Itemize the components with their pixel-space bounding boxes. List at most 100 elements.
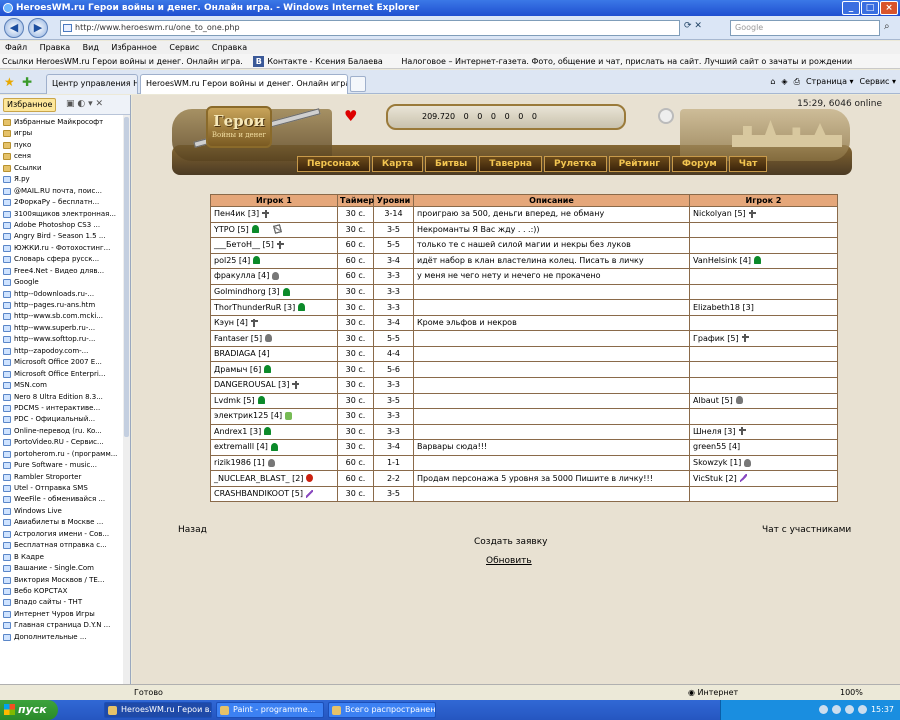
favorites-item[interactable]: @MAIL.RU почта, поис... bbox=[2, 186, 130, 197]
nav-map[interactable]: Карта bbox=[371, 156, 424, 172]
search-icon[interactable]: ⌕ bbox=[884, 21, 890, 32]
player2-cell[interactable]: green55 [4] bbox=[272, 223, 838, 456]
favorites-item[interactable]: Windows Live bbox=[2, 506, 130, 517]
favorites-item[interactable]: Angry Bird - Season 1.5 ... bbox=[2, 231, 130, 242]
tab-heroeswm[interactable]: HeroesWM.ru Герои войны и денег. Онлайн … bbox=[140, 74, 348, 94]
favorites-item[interactable]: WeeFile - обменивайся ... bbox=[2, 494, 130, 505]
new-tab-button[interactable] bbox=[350, 76, 366, 92]
tab-control-center[interactable]: Центр управления Н... bbox=[46, 74, 138, 94]
maximize-button[interactable]: □ bbox=[861, 1, 879, 15]
favorites-scrollbar[interactable] bbox=[123, 115, 130, 701]
forward-arrow-icon[interactable]: ▶ bbox=[28, 18, 48, 38]
menu-favorites[interactable]: Избранное bbox=[111, 43, 156, 52]
refresh-stop-icons[interactable]: ⟳ ✕ bbox=[684, 21, 702, 31]
game-logo[interactable]: Герои Войны и денег bbox=[206, 106, 272, 148]
player2-cell[interactable]: График [5] bbox=[689, 330, 838, 347]
favorites-item[interactable]: В Кадре bbox=[2, 552, 130, 563]
player1-cell[interactable]: DANGEROUSAL [3] bbox=[210, 377, 338, 394]
favorites-item[interactable]: MSN.com bbox=[2, 380, 130, 391]
add-favorite-icon[interactable]: ✚ bbox=[22, 75, 32, 89]
favorites-item[interactable]: http--www.sb.com.mcki... bbox=[2, 311, 130, 322]
favorites-item[interactable]: игры bbox=[2, 128, 130, 139]
favorites-item[interactable]: portoherom.ru - (программ... bbox=[2, 449, 130, 460]
player2-cell[interactable] bbox=[689, 268, 838, 285]
menu-edit[interactable]: Правка bbox=[40, 43, 70, 52]
start-button[interactable]: пуск bbox=[0, 700, 58, 720]
menu-file[interactable]: Файл bbox=[5, 43, 27, 52]
taskbar-item-other[interactable]: Всего распространено... bbox=[328, 702, 436, 718]
favorites-item[interactable]: Астрология имени - Сов... bbox=[2, 529, 130, 540]
favorites-item[interactable]: http--0downloads.ru-... bbox=[2, 289, 130, 300]
favorites-item[interactable]: Nero 8 Ultra Edition 8.3... bbox=[2, 392, 130, 403]
favorites-item[interactable]: Вебо КОРСТАХ bbox=[2, 586, 130, 597]
favorites-item[interactable]: Вашание - Single.Com bbox=[2, 563, 130, 574]
player2-cell[interactable] bbox=[689, 283, 838, 301]
favorites-item[interactable]: http--www.superb.ru-... bbox=[2, 323, 130, 334]
player2-cell[interactable] bbox=[689, 221, 838, 239]
player2-cell[interactable]: Nickolyan [5] bbox=[689, 206, 838, 223]
favorites-item[interactable]: Rambler Stroporter bbox=[2, 472, 130, 483]
favorites-item[interactable]: Я.ру bbox=[2, 174, 130, 185]
player2-cell[interactable] bbox=[689, 408, 838, 425]
player1-cell[interactable]: CRASHBANDIKOOT [5] bbox=[210, 485, 338, 503]
player1-cell[interactable]: электрик125 [4] bbox=[210, 408, 338, 425]
favorites-button[interactable]: Избранное bbox=[3, 98, 57, 112]
player2-cell[interactable]: Elizabeth18 [3] bbox=[272, 223, 838, 316]
favorites-item[interactable]: Adobe Photoshop CS3 ... bbox=[2, 220, 130, 231]
close-button[interactable]: × bbox=[880, 1, 898, 15]
favorites-item[interactable]: сеня bbox=[2, 151, 130, 162]
home-icon[interactable]: ⌂ bbox=[770, 75, 775, 89]
link-item[interactable]: Налоговое – Интернет-газета. Фото, общен… bbox=[401, 57, 852, 66]
player2-cell[interactable] bbox=[689, 345, 838, 363]
favorites-item[interactable]: Авиабилеты в Москве ... bbox=[2, 517, 130, 528]
nav-forum[interactable]: Форум bbox=[672, 156, 727, 172]
nav-character[interactable]: Персонаж bbox=[297, 156, 370, 172]
favorites-item[interactable]: 2ФоркаРу – бесплатн... bbox=[2, 197, 130, 208]
favorites-item[interactable]: пуко bbox=[2, 140, 130, 151]
favorites-tools[interactable]: ▣ ◐ ▾ ✕ bbox=[66, 99, 103, 109]
taskbar-item-paint[interactable]: Paint - programme... bbox=[216, 702, 324, 718]
taskbar-item-ie[interactable]: HeroesWM.ru Герои в... bbox=[104, 702, 212, 718]
menu-help[interactable]: Справка bbox=[212, 43, 247, 52]
link-item[interactable]: Контакте - Ксения Балаева bbox=[267, 57, 382, 66]
favorites-item[interactable]: PortoVideo.RU - Сервис... bbox=[2, 437, 130, 448]
nav-rating[interactable]: Рейтинг bbox=[608, 156, 671, 172]
favorites-item[interactable]: Google bbox=[2, 277, 130, 288]
player1-cell[interactable]: Пен4ик [3] bbox=[210, 206, 338, 223]
back-link[interactable]: Назад bbox=[178, 525, 207, 535]
tools-menu[interactable]: Сервис ▾ bbox=[860, 75, 896, 89]
favorites-star-icon[interactable]: ★ bbox=[4, 75, 15, 89]
nav-chat[interactable]: Чат bbox=[728, 156, 768, 172]
player2-cell[interactable] bbox=[689, 361, 838, 379]
link-item[interactable]: Ссылки HeroesWM.ru Герои войны и денег. … bbox=[2, 57, 243, 66]
page-menu[interactable]: Страница ▾ bbox=[806, 75, 854, 89]
player2-cell[interactable] bbox=[689, 237, 838, 254]
nav-roulette[interactable]: Рулетка bbox=[544, 156, 607, 172]
favorites-item[interactable]: Free4.Net - Видео дляв... bbox=[2, 266, 130, 277]
search-input[interactable]: Google bbox=[730, 20, 880, 36]
player1-cell[interactable]: Драмыч [6] bbox=[210, 361, 338, 379]
favorites-item[interactable]: Дополнительные ... bbox=[2, 632, 130, 643]
favorites-item[interactable]: PDCMS - интерактиве... bbox=[2, 403, 130, 414]
player1-cell[interactable]: BRADIAGA [4] bbox=[210, 223, 338, 363]
favorites-item[interactable]: ЮЖКИ.ru - Фотохостинг... bbox=[2, 243, 130, 254]
minimize-button[interactable]: _ bbox=[842, 1, 860, 15]
favorites-item[interactable]: http--www.softtop.ru-... bbox=[2, 334, 130, 345]
player2-cell[interactable] bbox=[689, 314, 838, 332]
player1-cell[interactable]: rizik1986 [1] bbox=[210, 454, 338, 472]
player1-cell[interactable]: Кэун [4] bbox=[210, 314, 338, 332]
favorites-item[interactable]: Online-перевод (ru. Ko... bbox=[2, 426, 130, 437]
player1-cell[interactable]: Fantaser [5] bbox=[210, 330, 338, 347]
player1-cell[interactable]: Golmindhorg [3] bbox=[210, 283, 338, 301]
favorites-item[interactable]: Ссылки bbox=[2, 163, 130, 174]
player1-cell[interactable]: фракулла [4] bbox=[210, 268, 338, 285]
favorites-item[interactable]: 3100ящиков электронная... bbox=[2, 209, 130, 220]
favorites-item[interactable]: Впадо сайты - ТНТ bbox=[2, 597, 130, 608]
player2-cell[interactable]: Albaut [5] bbox=[689, 392, 838, 410]
player1-cell[interactable]: ThorThunderRuR [3] bbox=[210, 299, 338, 316]
player1-cell[interactable]: Andrex1 [3] bbox=[210, 423, 338, 441]
player1-cell[interactable]: extremalll [4] bbox=[210, 439, 338, 456]
favorites-item[interactable]: Utel - Отправка SMS bbox=[2, 483, 130, 494]
url-input[interactable]: http://www.heroeswm.ru/one_to_one.php bbox=[60, 20, 680, 36]
nav-tavern[interactable]: Таверна bbox=[479, 156, 542, 172]
